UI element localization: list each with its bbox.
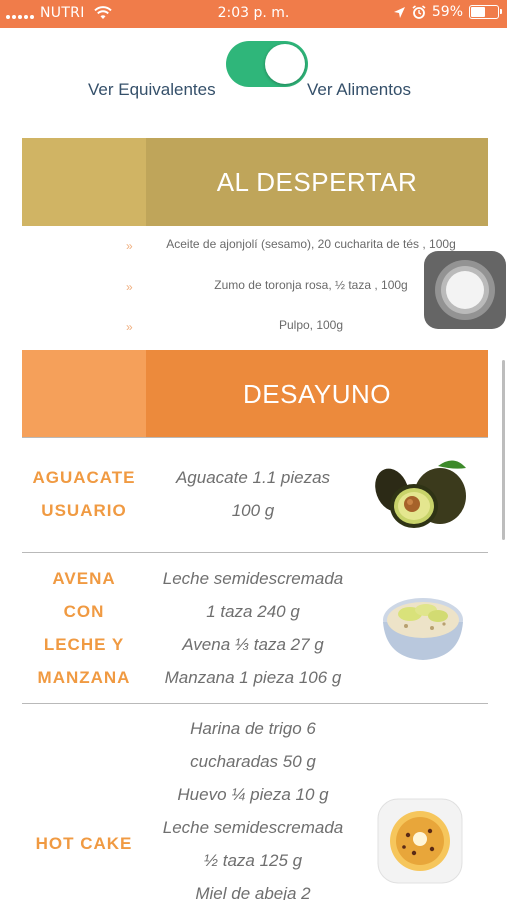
alarm-clock-icon [412,5,426,19]
location-arrow-icon [393,6,405,18]
chevron-bullet-icon: » [126,320,133,334]
list-item: » Aceite de ajonjolí (sesamo), 20 cuchar… [126,237,476,259]
meal-desc-line: Harina de trigo 6 [190,719,316,738]
meal-desc-line: Miel de abeja 2 [195,884,311,900]
hotcake-plate-image[interactable] [374,795,466,887]
meal-name[interactable]: HOT CAKE [30,827,138,860]
list-item: » Pulpo, 100g [126,318,476,340]
meal-name-line: USUARIO [41,501,127,520]
scrollbar[interactable] [502,360,505,540]
assistive-touch-button[interactable] [424,251,506,329]
status-right: 59% [393,4,502,20]
divider [22,437,488,438]
meal-name-line: MANZANA [37,668,131,687]
meal-desc-line: cucharadas 50 g [190,752,316,771]
meal-desc-line: Avena ⅓ taza 27 g [182,635,324,654]
divider [22,552,488,553]
meal-name[interactable]: AVENA CON LECHE Y MANZANA [30,562,138,694]
meal-desc-line: Manzana 1 pieza 106 g [164,668,342,687]
toggle-knob [265,44,305,84]
view-mode-toggle[interactable] [226,41,308,87]
view-toggle-row: Ver Equivalentes Ver Alimentos [0,40,507,100]
meal-desc-line: Huevo ¼ pieza 10 g [177,785,329,804]
battery-icon [469,5,502,19]
section-stripe [22,350,146,438]
meal-name-line: LECHE Y [43,635,125,654]
meal-description: Harina de trigo 6 cucharadas 50 g Huevo … [146,712,360,900]
meal-name[interactable]: AGUACATE USUARIO [30,461,138,527]
meal-desc-line: 1 taza 240 g [206,602,300,621]
meal-name-line: HOT CAKE [35,834,133,853]
meal-description: Aguacate 1.1 piezas 100 g [146,461,360,527]
divider [22,703,488,704]
section-header-al-despertar: AL DESPERTAR [22,138,488,226]
section-header-desayuno: DESAYUNO [22,350,488,438]
section-stripe [22,138,146,226]
meal-name-line: CON [63,602,105,621]
meal-desc-line: Leche semidescremada [162,818,344,837]
meal-description: Leche semidescremada 1 taza 240 g Avena … [146,562,360,694]
assistive-touch-center [446,271,484,309]
oatmeal-bowl-image[interactable] [380,592,466,664]
ver-equivalentes-label[interactable]: Ver Equivalentes [88,80,216,100]
section-title: AL DESPERTAR [146,138,488,226]
chevron-bullet-icon: » [126,280,133,294]
meal-desc-line: Leche semidescremada [162,569,344,588]
meal-name-line: AVENA [52,569,116,588]
meal-desc-line: 100 g [231,501,275,520]
meal-desc-line: Aguacate 1.1 piezas [175,468,331,487]
meal-name-line: AGUACATE [32,468,136,487]
avocado-image[interactable] [372,452,472,536]
battery-percent: 59% [431,4,463,20]
food-item-text: Aceite de ajonjolí (sesamo), 20 cucharit… [166,237,456,251]
status-bar: NUTRI 2:03 p. m. 59% [0,0,507,28]
ver-alimentos-label[interactable]: Ver Alimentos [307,80,411,100]
chevron-bullet-icon: » [126,239,133,253]
meal-desc-line: ½ taza 125 g [203,851,303,870]
section-title: DESAYUNO [146,350,488,438]
